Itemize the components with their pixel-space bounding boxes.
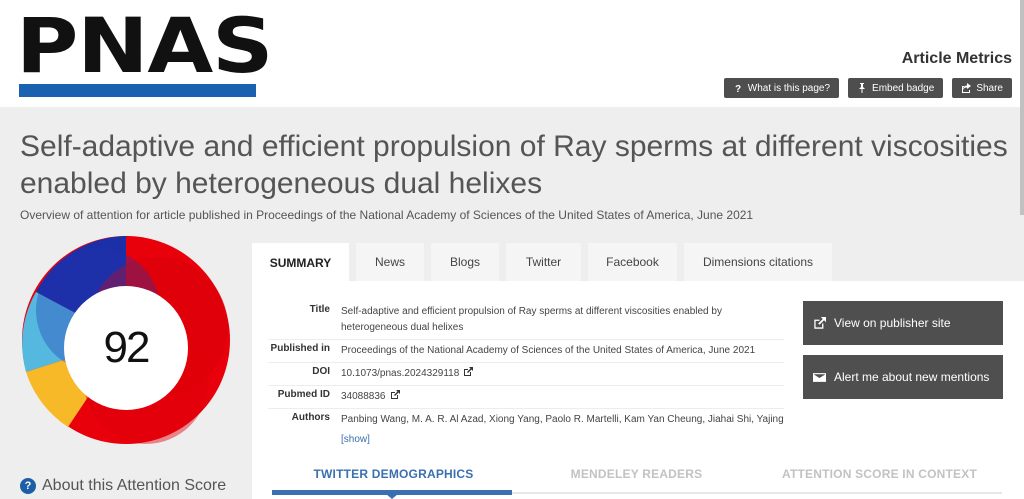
tab-news[interactable]: News (356, 243, 424, 281)
detail-value-authors: Panbing Wang, M. A. R. Al Azad, Xiong Ya… (341, 414, 784, 425)
external-link-icon (390, 390, 400, 399)
tab-attention-score-in-context[interactable]: ATTENTION SCORE IN CONTEXT (758, 467, 1001, 481)
tab-facebook[interactable]: Facebook (588, 243, 677, 281)
button-label: Alert me about new mentions (834, 370, 990, 384)
demographics-tabs: TWITTER DEMOGRAPHICS MENDELEY READERS AT… (272, 467, 1002, 481)
tab-summary[interactable]: SUMMARY (252, 243, 349, 283)
question-circle-icon: ? (20, 478, 36, 494)
what-is-this-page-button[interactable]: ? What is this page? (723, 78, 840, 98)
active-subtab-caret (386, 494, 398, 499)
detail-value-doi[interactable]: 10.1073/pnas.2024329118 (338, 363, 784, 385)
detail-value-published: Proceedings of the National Academy of S… (341, 345, 756, 356)
pin-icon (859, 83, 866, 93)
detail-row-pubmed: Pubmed ID 34088836 (268, 386, 784, 409)
button-label: View on publisher site (834, 316, 951, 330)
question-icon: ? (735, 84, 741, 93)
pubmed-link[interactable]: 34088836 (341, 391, 386, 402)
attention-score-donut[interactable]: 92 (18, 232, 234, 448)
embed-badge-button[interactable]: Embed badge (848, 78, 944, 98)
detail-value-title: Self-adaptive and efficient propulsion o… (341, 306, 722, 333)
envelope-icon (813, 372, 826, 382)
article-details: Title Self-adaptive and efficient propul… (268, 301, 784, 445)
header-buttons: ? What is this page? Embed badge Share (723, 78, 1012, 98)
external-link-icon (464, 367, 474, 376)
about-attention-score-link[interactable]: ? About this Attention Score (20, 477, 226, 495)
detail-row-title: Title Self-adaptive and efficient propul… (268, 301, 784, 340)
share-button[interactable]: Share (952, 78, 1012, 98)
tab-mendeley-readers[interactable]: MENDELEY READERS (515, 467, 758, 481)
article-header: Self-adaptive and efficient propulsion o… (20, 128, 1010, 222)
logo-text: PNAS (16, 1, 273, 90)
detail-label: Published in (270, 343, 330, 354)
about-label: About this Attention Score (42, 477, 227, 494)
page-title: Article Metrics (901, 50, 1012, 67)
detail-row-authors: Authors Panbing Wang, M. A. R. Al Azad, … (268, 409, 784, 431)
show-authors-link[interactable]: [show] (268, 431, 784, 445)
doi-link[interactable]: 10.1073/pnas.2024329118 (341, 368, 459, 379)
detail-row-published: Published in Proceedings of the National… (268, 340, 784, 363)
article-subtitle: Overview of attention for article publis… (20, 208, 754, 222)
detail-label: Pubmed ID (277, 389, 330, 400)
button-label: What is this page? (747, 82, 831, 94)
subtab-divider (512, 492, 1002, 494)
tab-blogs[interactable]: Blogs (431, 243, 499, 281)
attention-score-value: 92 (103, 323, 151, 372)
detail-label: Title (309, 304, 330, 315)
page-header: PNAS Article Metrics ? What is this page… (0, 0, 1024, 107)
article-title: Self-adaptive and efficient propulsion o… (20, 130, 1008, 200)
alert-me-button[interactable]: Alert me about new mentions (803, 355, 1003, 399)
detail-label: DOI (312, 366, 330, 377)
button-label: Embed badge (872, 82, 935, 94)
logo-bar (19, 84, 256, 97)
detail-value-pubmed[interactable]: 34088836 (338, 386, 784, 408)
tab-dimensions-citations[interactable]: Dimensions citations (684, 243, 832, 281)
external-link-icon (814, 316, 826, 329)
view-on-publisher-button[interactable]: View on publisher site (803, 301, 1003, 345)
content-tabs: SUMMARY News Blogs Twitter Facebook Dime… (252, 243, 832, 283)
share-icon (962, 83, 972, 93)
button-label: Share (976, 82, 1003, 94)
detail-row-doi: DOI 10.1073/pnas.2024329118 (268, 363, 784, 386)
detail-label: Authors (291, 412, 330, 423)
tab-twitter-demographics[interactable]: TWITTER DEMOGRAPHICS (272, 467, 515, 481)
svg-text:?: ? (735, 84, 741, 93)
summary-panel: Title Self-adaptive and efficient propul… (252, 281, 1024, 499)
scrollbar[interactable] (1020, 0, 1024, 215)
pnas-logo[interactable]: PNAS (16, 8, 273, 98)
tab-twitter[interactable]: Twitter (506, 243, 581, 281)
